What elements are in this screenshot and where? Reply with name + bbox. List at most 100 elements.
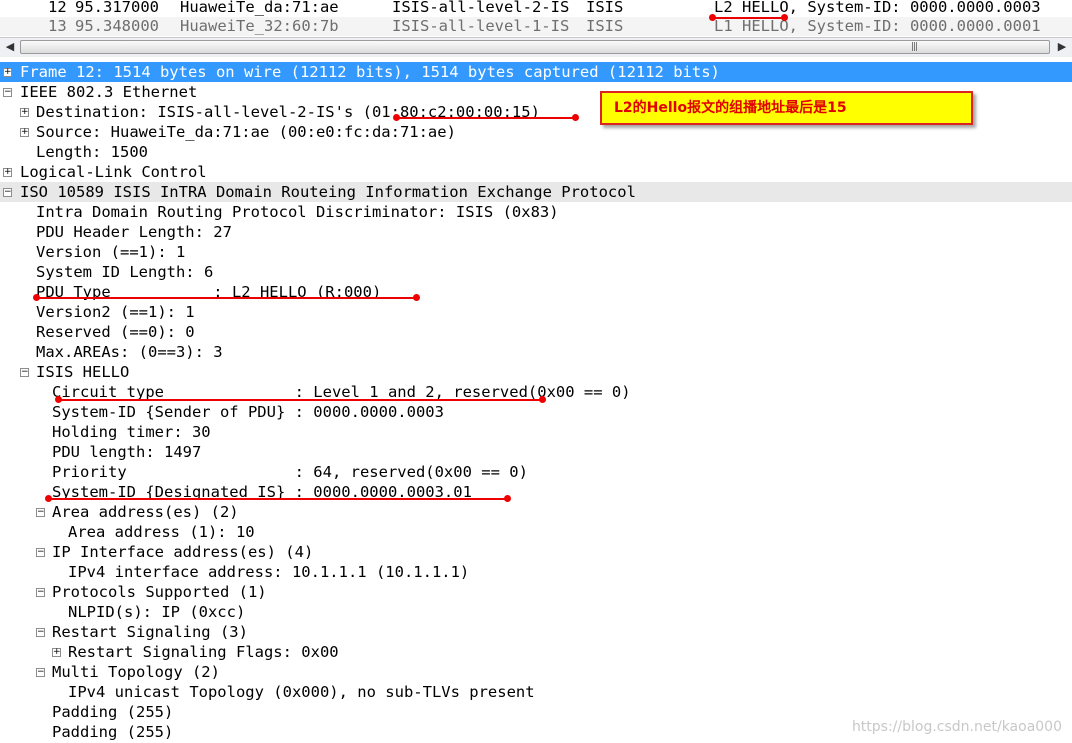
tree-label: NLPID(s): IP (0xcc) — [68, 603, 246, 621]
tree-label: Priority : 64, reserved(0x00 == 0) — [52, 463, 528, 481]
tree-row-ip-interfaces[interactable]: − IP Interface address(es) (4) — [0, 542, 1072, 562]
tree-row-nlpid[interactable]: NLPID(s): IP (0xcc) — [0, 602, 1072, 622]
annotation-dot — [709, 14, 716, 21]
horizontal-scrollbar[interactable]: ◀ ||| ▶ — [0, 37, 1072, 58]
tree-row-eth-source[interactable]: + Source: HuaweiTe_da:71:ae (00:e0:fc:da… — [0, 122, 1072, 142]
tree-label: System ID Length: 6 — [36, 263, 214, 281]
packet-protocol: ISIS — [586, 17, 624, 35]
tree-label: System-ID {Sender of PDU} : 0000.0000.00… — [52, 403, 444, 421]
tree-row-eth-length[interactable]: Length: 1500 — [0, 142, 1072, 162]
tree-row-multi-topology[interactable]: − Multi Topology (2) — [0, 662, 1072, 682]
tree-row-ipv4-address[interactable]: IPv4 interface address: 10.1.1.1 (10.1.1… — [0, 562, 1072, 582]
tree-label: IPv4 interface address: 10.1.1.1 (10.1.1… — [68, 563, 470, 581]
tree-row-area-address[interactable]: Area address (1): 10 — [0, 522, 1072, 542]
packet-row-12[interactable]: 12 95.317000 HuaweiTe_da:71:ae ISIS-all-… — [0, 0, 1072, 17]
packet-list: 12 95.317000 HuaweiTe_da:71:ae ISIS-all-… — [0, 0, 1072, 38]
tree-label: Restart Signaling Flags: 0x00 — [68, 643, 339, 661]
tree-label: IEEE 802.3 Ethernet — [20, 83, 198, 101]
tree-row-area-addresses[interactable]: − Area address(es) (2) — [0, 502, 1072, 522]
annotation-underline — [711, 17, 783, 19]
collapse-icon[interactable]: − — [3, 188, 12, 197]
tree-row-llc[interactable]: + Logical-Link Control — [0, 162, 1072, 182]
tree-label: Holding timer: 30 — [52, 423, 211, 441]
tree-label: ISIS HELLO — [36, 363, 130, 381]
tree-row-isis[interactable]: − ISO 10589 ISIS InTRA Domain Routeing I… — [0, 182, 1072, 202]
packet-time: 95.348000 — [75, 17, 159, 35]
tree-row-pdu-length[interactable]: PDU length: 1497 — [0, 442, 1072, 462]
tree-row-pdu-type[interactable]: PDU Type : L2 HELLO (R:000) — [0, 282, 1072, 302]
packet-info: L1 HELLO, System-ID: 0000.0000.0001 — [714, 17, 1041, 35]
tree-label: Padding (255) — [52, 723, 174, 741]
annotation-underline — [36, 297, 418, 299]
packet-destination: ISIS-all-level-2-IS — [392, 0, 570, 16]
tree-label: Reserved (==0): 0 — [36, 323, 195, 341]
tree-row-isis-hello[interactable]: − ISIS HELLO — [0, 362, 1072, 382]
annotation-dot — [45, 495, 52, 502]
annotation-dot — [393, 114, 400, 121]
tree-row-irpd[interactable]: Intra Domain Routing Protocol Discrimina… — [0, 202, 1072, 222]
packet-info: L2 HELLO, System-ID: 0000.0000.0003 — [714, 0, 1041, 16]
collapse-icon[interactable]: − — [36, 548, 45, 557]
annotation-dot — [572, 114, 579, 121]
packet-time: 95.317000 — [75, 0, 159, 16]
packet-protocol: ISIS — [586, 0, 624, 16]
tree-row-reserved[interactable]: Reserved (==0): 0 — [0, 322, 1072, 342]
tree-row-version2[interactable]: Version2 (==1): 1 — [0, 302, 1072, 322]
tree-row-max-areas[interactable]: Max.AREAs: (0==3): 3 — [0, 342, 1072, 362]
expand-icon[interactable]: + — [20, 128, 29, 137]
collapse-icon[interactable]: − — [3, 88, 12, 97]
tree-row-priority[interactable]: Priority : 64, reserved(0x00 == 0) — [0, 462, 1072, 482]
tree-label: PDU Type : L2 HELLO (R:000) — [36, 283, 382, 301]
collapse-icon[interactable]: − — [20, 368, 29, 377]
collapse-icon[interactable]: − — [36, 508, 45, 517]
tree-row-version[interactable]: Version (==1): 1 — [0, 242, 1072, 262]
annotation-dot — [504, 495, 511, 502]
scroll-right-icon[interactable]: ▶ — [1055, 40, 1069, 54]
tree-label: IP Interface address(es) (4) — [52, 543, 314, 561]
tree-label: Intra Domain Routing Protocol Discrimina… — [36, 203, 559, 221]
packet-row-13[interactable]: 13 95.348000 HuaweiTe_32:60:7b ISIS-all-… — [0, 17, 1072, 36]
expand-icon[interactable]: + — [20, 108, 29, 117]
tree-label: Protocols Supported (1) — [52, 583, 267, 601]
tree-row-sysid-length[interactable]: System ID Length: 6 — [0, 262, 1072, 282]
tree-label: Restart Signaling (3) — [52, 623, 248, 641]
tree-row-header-length[interactable]: PDU Header Length: 27 — [0, 222, 1072, 242]
scrollbar-thumb[interactable]: ||| — [20, 40, 1050, 54]
tree-label: Area address(es) (2) — [52, 503, 239, 521]
tree-row-sender-id[interactable]: System-ID {Sender of PDU} : 0000.0000.00… — [0, 402, 1072, 422]
packet-details-tree: + Frame 12: 1514 bytes on wire (12112 bi… — [0, 62, 1072, 742]
tree-label: IPv4 unicast Topology (0x000), no sub-TL… — [68, 683, 535, 701]
watermark: https://blog.csdn.net/kaoa000 — [851, 719, 1062, 735]
annotation-dot — [781, 14, 788, 21]
tree-label: Version2 (==1): 1 — [36, 303, 195, 321]
expand-icon[interactable]: + — [52, 648, 61, 657]
packet-source: HuaweiTe_da:71:ae — [180, 0, 339, 16]
tree-label: Length: 1500 — [36, 143, 148, 161]
annotation-underline — [48, 498, 509, 500]
tree-row-holding-timer[interactable]: Holding timer: 30 — [0, 422, 1072, 442]
tree-label: PDU Header Length: 27 — [36, 223, 232, 241]
tree-label: Multi Topology (2) — [52, 663, 220, 681]
expand-icon[interactable]: + — [3, 68, 12, 77]
collapse-icon[interactable]: − — [36, 668, 45, 677]
scroll-left-icon[interactable]: ◀ — [3, 40, 17, 54]
expand-icon[interactable]: + — [3, 168, 12, 177]
tree-label: Destination: ISIS-all-level-2-IS's (01:8… — [36, 103, 540, 121]
packet-no: 13 — [48, 17, 67, 35]
annotation-dot — [539, 396, 546, 403]
tree-label: Frame 12: 1514 bytes on wire (12112 bits… — [20, 63, 720, 81]
tree-row-restart-signaling[interactable]: − Restart Signaling (3) — [0, 622, 1072, 642]
tree-label: Version (==1): 1 — [36, 243, 186, 261]
tree-row-frame[interactable]: + Frame 12: 1514 bytes on wire (12112 bi… — [0, 62, 1072, 82]
annotation-dot — [55, 396, 62, 403]
annotation-underline — [396, 117, 576, 119]
annotation-callout: L2的Hello报文的组播地址最后是15 — [600, 91, 973, 125]
tree-row-protocols[interactable]: − Protocols Supported (1) — [0, 582, 1072, 602]
tree-row-ipv4-topology[interactable]: IPv4 unicast Topology (0x000), no sub-TL… — [0, 682, 1072, 702]
collapse-icon[interactable]: − — [36, 588, 45, 597]
collapse-icon[interactable]: − — [36, 628, 45, 637]
tree-label: Padding (255) — [52, 703, 174, 721]
tree-row-restart-flags[interactable]: + Restart Signaling Flags: 0x00 — [0, 642, 1072, 662]
packet-no: 12 — [48, 0, 67, 16]
tree-label: PDU length: 1497 — [52, 443, 202, 461]
